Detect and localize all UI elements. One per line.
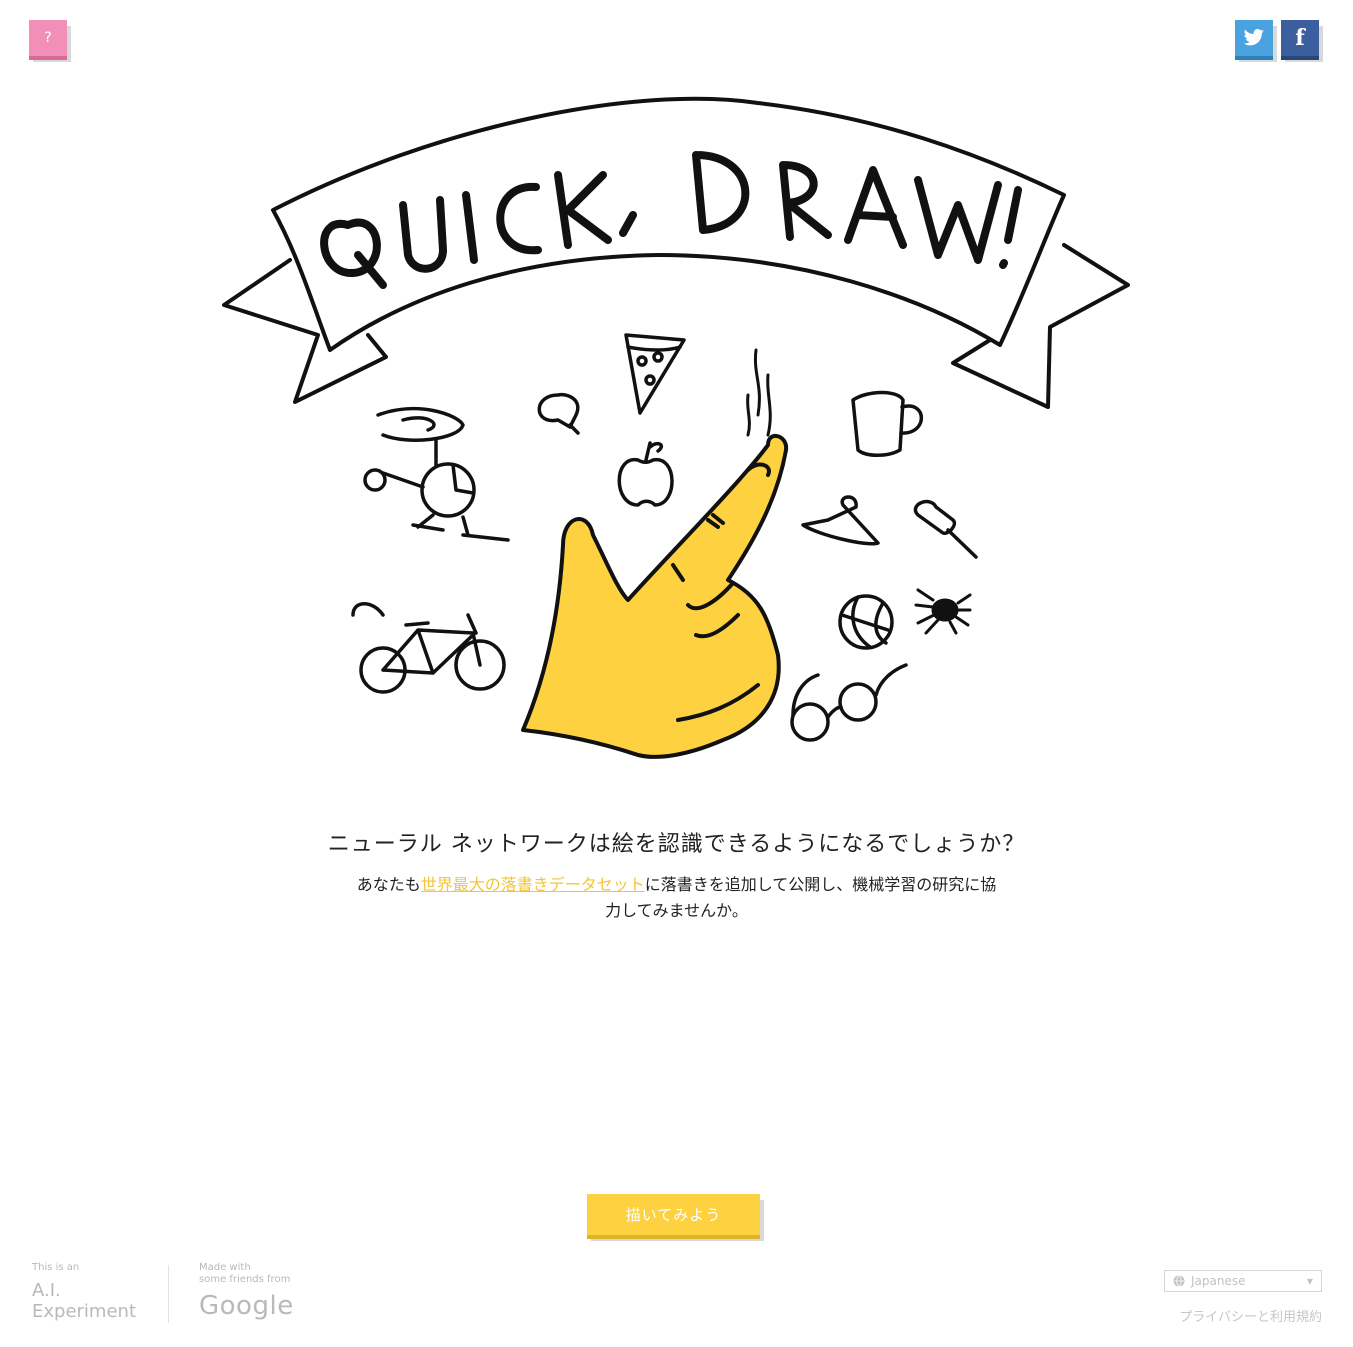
facebook-icon: f [1295, 25, 1305, 51]
subtext-prefix: あなたも [356, 875, 421, 894]
footer-divider [168, 1265, 169, 1323]
google-logo: Google [199, 1291, 294, 1321]
privacy-terms-link[interactable]: プライバシーと利用規約 [1100, 1306, 1322, 1325]
google-badge-line1: Made with [199, 1262, 251, 1273]
helicopter-icon [363, 406, 510, 542]
mug-icon [851, 390, 924, 457]
twitter-bird-icon [1243, 29, 1264, 46]
google-badge[interactable]: Made with some friends from Google [199, 1262, 294, 1321]
banner-main [271, 96, 1066, 352]
pushpin-icon [913, 499, 978, 559]
globe-icon [1173, 1275, 1185, 1287]
pointing-hand-icon [521, 434, 789, 759]
ai-experiment-badge[interactable]: This is an A.I. Experiment [32, 1262, 136, 1322]
steam-icon [746, 348, 772, 437]
subtext: あなたも世界最大の落書きデータセットに落書きを追加して公開し、機械学習の研究に協… [350, 872, 1003, 924]
basketball-icon [838, 594, 894, 650]
spider-icon [914, 588, 972, 635]
google-badge-line2: some friends from [199, 1274, 291, 1285]
pizza-slice-icon [624, 333, 686, 415]
bicycle-icon [351, 602, 506, 694]
chevron-down-icon: ▼ [1306, 1276, 1313, 1286]
dataset-link[interactable]: 世界最大の落書きデータセット [421, 875, 645, 894]
start-drawing-button[interactable]: 描いてみよう [587, 1194, 764, 1241]
help-button-label: ? [44, 30, 52, 46]
twitter-share-button[interactable] [1235, 20, 1277, 62]
language-select[interactable]: Japanese ▼ [1164, 1270, 1322, 1292]
language-value: Japanese [1191, 1274, 1246, 1288]
start-drawing-label: 描いてみよう [625, 1206, 722, 1224]
ai-badge-line3: Experiment [32, 1301, 137, 1322]
apple-icon [617, 441, 674, 507]
facebook-share-button[interactable]: f [1281, 20, 1323, 62]
ai-badge-line1: This is an [32, 1262, 80, 1273]
lightbulb-icon [537, 392, 580, 435]
subtext-suffix: に落書きを追加して公開し、機械学習の研究に協力してみませんか。 [605, 875, 997, 920]
headline: ニューラル ネットワークは絵を認識できるようになるでしょうか？ [327, 832, 1026, 857]
ai-badge-line2: A.I. [32, 1280, 61, 1301]
eyeglasses-icon [790, 663, 908, 742]
help-button[interactable]: ? [29, 20, 71, 62]
hanger-icon [801, 495, 880, 546]
hero-illustration [222, 96, 1130, 759]
page: ? f ニューラル ネットワークは絵を認識できるようになるでしょうか？ あなたも… [0, 0, 1353, 1347]
